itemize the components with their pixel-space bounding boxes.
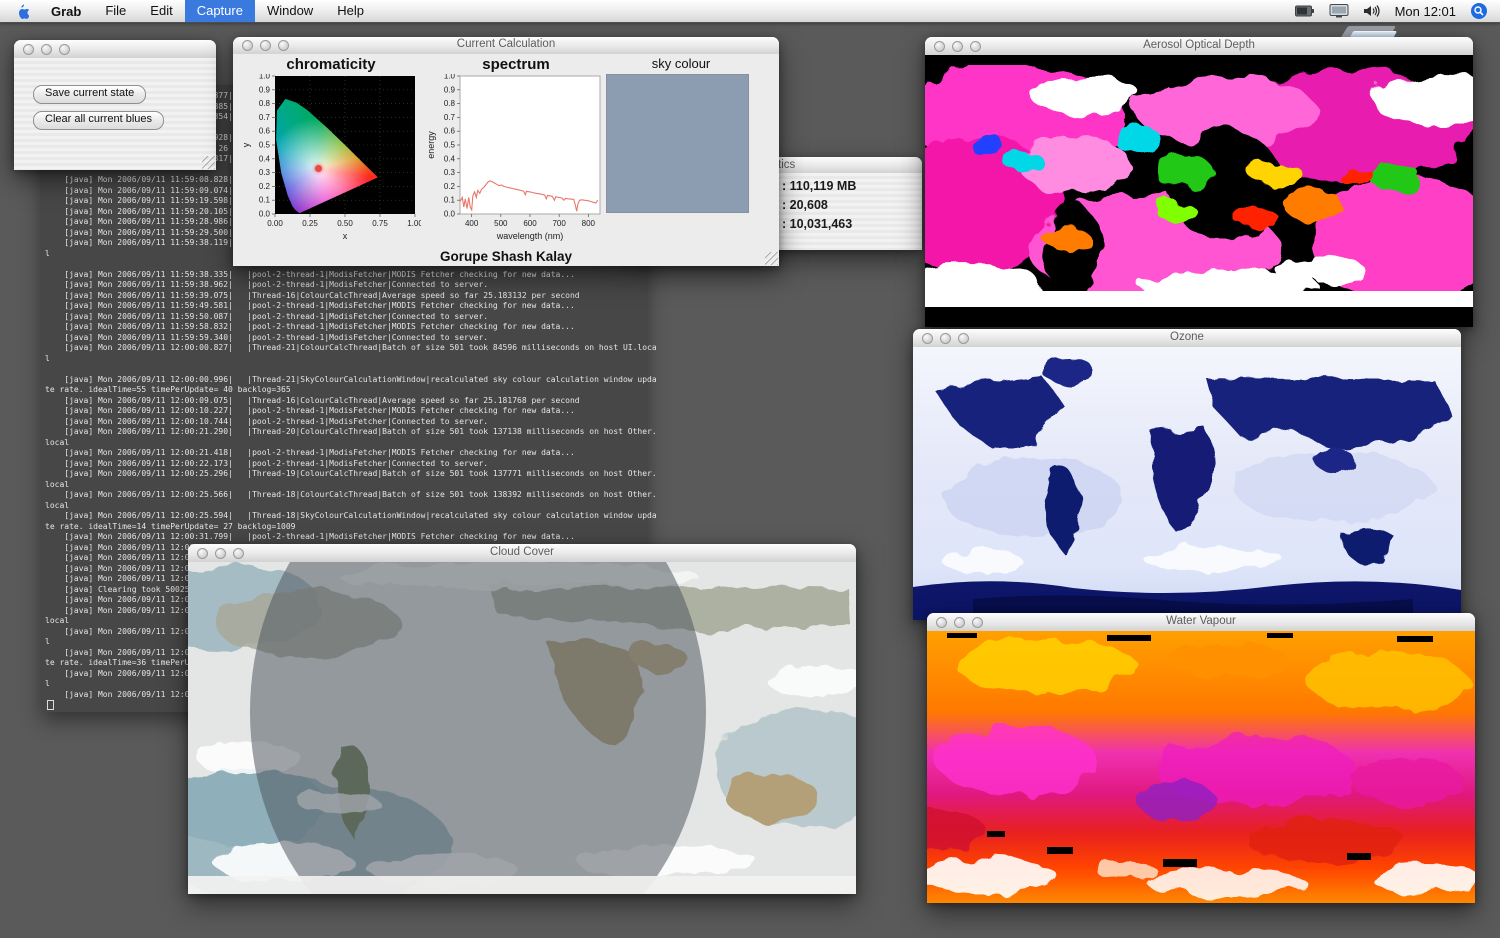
svg-text:500: 500 [494, 219, 508, 228]
apple-menu[interactable] [0, 3, 39, 19]
svg-text:800: 800 [582, 219, 596, 228]
volume-icon[interactable] [1363, 4, 1381, 18]
svg-text:0.6: 0.6 [259, 127, 271, 136]
window-title: Cloud Cover [188, 546, 856, 558]
minimize-button[interactable] [41, 44, 52, 55]
cloud-cover-titlebar[interactable]: Cloud Cover [188, 544, 856, 563]
svg-text:600: 600 [523, 219, 537, 228]
svg-text:0.3: 0.3 [444, 168, 456, 177]
menu-status-area: Mon 12:01 [1295, 2, 1500, 20]
menu-item-help[interactable]: Help [325, 0, 376, 22]
ozone-titlebar[interactable]: Ozone [913, 329, 1461, 348]
svg-text:0.7: 0.7 [444, 113, 456, 122]
svg-text:700: 700 [552, 219, 566, 228]
svg-text:0.00: 0.00 [267, 219, 283, 228]
zoom-button[interactable] [59, 44, 70, 55]
apple-icon [14, 3, 29, 19]
aerosol-map [925, 55, 1473, 327]
svg-text:400: 400 [465, 219, 479, 228]
state-titlebar[interactable] [14, 40, 216, 59]
clear-current-blues-button[interactable]: Clear all current blues [33, 111, 164, 130]
stats-rows: : 110,119 MB: 20,608: 10,031,463 [782, 179, 856, 236]
svg-text:0.2: 0.2 [259, 182, 271, 191]
water-vapour-map [927, 631, 1475, 903]
svg-text:wavelength (nm): wavelength (nm) [496, 231, 564, 241]
terminal-cursor [47, 700, 54, 710]
svg-text:1.0: 1.0 [444, 74, 456, 81]
cloud-cover-map [188, 562, 856, 894]
window-state: Save current state Clear all current blu… [14, 40, 216, 170]
resize-grip[interactable] [202, 156, 215, 169]
battery-icon[interactable] [1295, 5, 1315, 17]
spectrum-panel: spectrum 0.0 0.1 0.2 0.3 0.4 0.5 0.6 0.7 0.8 0.9 1… [426, 56, 606, 262]
chromaticity-label: chromaticity [241, 56, 421, 74]
spectrum-label: spectrum [426, 56, 606, 74]
svg-text:0.7: 0.7 [259, 113, 271, 122]
menu-item-capture[interactable]: Capture [185, 0, 255, 22]
window-cloud-cover: Cloud Cover [188, 544, 856, 894]
svg-text:0.1: 0.1 [444, 196, 456, 205]
window-ozone: Ozone [913, 329, 1461, 620]
window-title: Current Calculation [233, 38, 779, 50]
menu-item-window[interactable]: Window [255, 0, 325, 22]
traffic-lights [23, 44, 70, 55]
svg-text:0.2: 0.2 [444, 182, 456, 191]
menu-app-name[interactable]: Grab [39, 4, 93, 19]
window-water-vapour: Water Vapour [927, 613, 1475, 903]
calc-footer-text: Gorupe Shash Kalay [233, 249, 779, 264]
spotlight-icon[interactable] [1470, 2, 1488, 20]
svg-text:0.8: 0.8 [259, 99, 271, 108]
svg-text:0.8: 0.8 [444, 99, 456, 108]
white-point-marker [315, 165, 322, 172]
svg-text:0.75: 0.75 [372, 219, 388, 228]
svg-text:y: y [241, 142, 251, 147]
ozone-map [913, 347, 1461, 620]
sky-colour-label: sky colour [606, 56, 756, 74]
menu-item-edit[interactable]: Edit [138, 0, 184, 22]
window-title: Ozone [913, 331, 1461, 343]
svg-text:0.25: 0.25 [302, 219, 318, 228]
window-title: tics [778, 159, 795, 171]
svg-text:0.3: 0.3 [259, 168, 271, 177]
calc-titlebar[interactable]: Current Calculation [233, 37, 779, 55]
svg-text:0.9: 0.9 [444, 85, 456, 94]
svg-text:0.50: 0.50 [337, 219, 353, 228]
menu-items: FileEditCaptureWindowHelp [93, 0, 376, 22]
svg-text:energy: energy [426, 131, 436, 159]
svg-text:0.6: 0.6 [444, 127, 456, 136]
window-title: Water Vapour [927, 615, 1475, 627]
window-title: Aerosol Optical Depth [925, 39, 1473, 51]
svg-text:0.0: 0.0 [444, 210, 456, 219]
state-content: Save current state Clear all current blu… [14, 58, 216, 170]
menu-item-file[interactable]: File [93, 0, 138, 22]
svg-text:0.4: 0.4 [259, 154, 271, 163]
svg-text:0.5: 0.5 [444, 141, 456, 150]
save-current-state-button[interactable]: Save current state [33, 85, 146, 104]
svg-text:0.5: 0.5 [259, 141, 271, 150]
sky-colour-panel: sky colour [606, 56, 756, 262]
svg-text:1.0: 1.0 [259, 74, 271, 81]
window-aerosol: Aerosol Optical Depth [925, 37, 1473, 327]
spectrum-chart: 0.0 0.1 0.2 0.3 0.4 0.5 0.6 0.7 0.8 0.9 1.0 400 500 6… [426, 74, 606, 242]
menu-bar: Grab FileEditCaptureWindowHelp Mon 12:01 [0, 0, 1500, 23]
desktop: Grab FileEditCaptureWindowHelp Mon 12:01 [0, 0, 1500, 938]
svg-text:0.0: 0.0 [259, 210, 271, 219]
aerosol-titlebar[interactable]: Aerosol Optical Depth [925, 37, 1473, 56]
svg-text:0.4: 0.4 [444, 154, 456, 163]
close-button[interactable] [23, 44, 34, 55]
window-current-calculation: Current Calculation chromaticity 0.00.10… [233, 37, 779, 266]
display-icon[interactable] [1329, 4, 1349, 18]
chromaticity-panel: chromaticity 0.0 0.1 0.2 0.3 0.4 0.5 0.6 0.7 0.8… [241, 56, 421, 262]
sky-colour-swatch [606, 74, 749, 213]
svg-text:0.9: 0.9 [259, 85, 271, 94]
svg-text:1.00: 1.00 [407, 219, 421, 228]
menu-clock[interactable]: Mon 12:01 [1395, 4, 1456, 19]
svg-text:x: x [343, 231, 348, 241]
svg-text:0.1: 0.1 [259, 196, 271, 205]
calc-content: chromaticity 0.0 0.1 0.2 0.3 0.4 0.5 0.6 0.7 0.8… [233, 54, 779, 266]
resize-grip[interactable] [765, 252, 778, 265]
water-vapour-titlebar[interactable]: Water Vapour [927, 613, 1475, 632]
